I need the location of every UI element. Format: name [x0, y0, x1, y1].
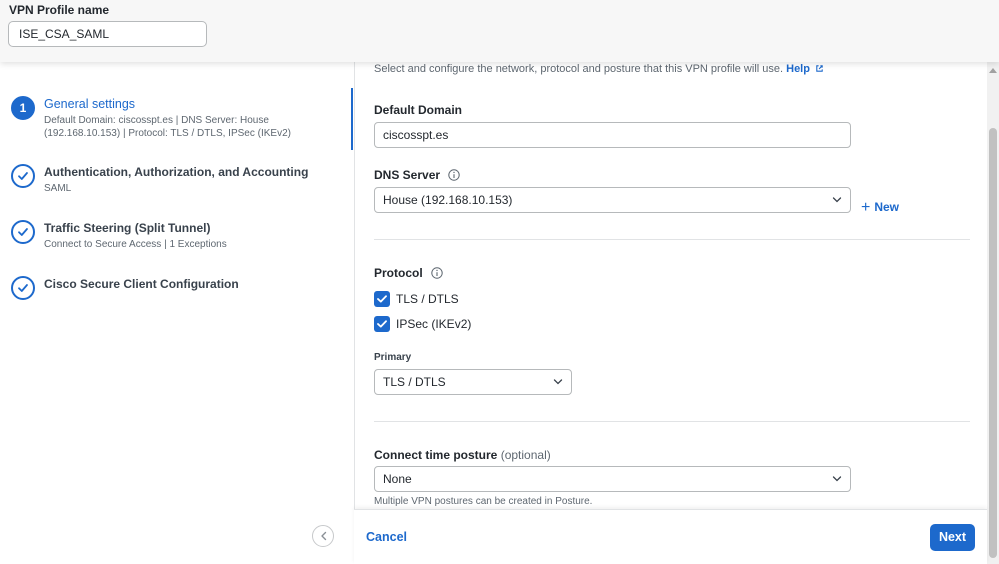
check-icon	[377, 320, 387, 328]
step-number-badge: 1	[11, 96, 35, 120]
plus-icon: +	[861, 199, 871, 216]
step-title: Cisco Secure Client Configuration	[44, 277, 239, 291]
connect-time-posture-label: Connect time posture (optional)	[374, 448, 551, 462]
connect-time-posture-select[interactable]: None	[374, 466, 851, 492]
chevron-down-icon	[832, 476, 842, 482]
external-link-icon	[816, 65, 823, 72]
cancel-button[interactable]: Cancel	[366, 530, 407, 544]
profile-name-label: VPN Profile name	[9, 3, 110, 17]
tls-dtls-label: TLS / DTLS	[396, 292, 459, 306]
default-domain-label: Default Domain	[374, 103, 463, 117]
wizard-footer: Cancel Next	[354, 509, 987, 564]
optional-tag: (optional)	[500, 448, 551, 462]
check-circle-icon	[11, 276, 35, 300]
intro-text: Select and configure the network, protoc…	[374, 63, 824, 75]
section-divider	[374, 421, 970, 422]
stepper-panel	[0, 70, 354, 564]
primary-protocol-label: Primary	[374, 352, 412, 363]
tls-dtls-checkbox[interactable]	[374, 291, 390, 307]
profile-header: VPN Profile name	[0, 0, 999, 62]
profile-name-input[interactable]	[8, 21, 207, 47]
general-settings-form: Select and configure the network, protoc…	[354, 62, 987, 509]
step-title: Traffic Steering (Split Tunnel)	[44, 221, 211, 235]
next-button[interactable]: Next	[930, 524, 975, 551]
ipsec-ikev2-checkbox[interactable]	[374, 316, 390, 332]
default-domain-input[interactable]: ciscosspt.es	[374, 122, 851, 148]
step-subtitle: Connect to Secure Access | 1 Exceptions	[44, 239, 227, 250]
new-dns-server-button[interactable]: + New	[861, 199, 899, 217]
step-subtitle: SAML	[44, 183, 72, 194]
chevron-left-icon	[321, 531, 327, 541]
help-link[interactable]: Help	[786, 63, 810, 75]
info-icon[interactable]	[431, 267, 443, 279]
primary-protocol-select[interactable]: TLS / DTLS	[374, 369, 572, 395]
check-circle-icon	[11, 220, 35, 244]
info-icon[interactable]	[448, 169, 461, 181]
active-step-indicator	[351, 88, 353, 150]
step-subtitle: Default Domain: ciscosspt.es | DNS Serve…	[44, 115, 291, 139]
step-title: Authentication, Authorization, and Accou…	[44, 165, 309, 179]
scroll-up-arrow-icon[interactable]	[989, 68, 997, 73]
posture-hint: Multiple VPN postures can be created in …	[374, 496, 593, 507]
step-title: General settings	[44, 97, 136, 111]
check-icon	[377, 295, 387, 303]
protocol-label: Protocol	[374, 266, 443, 280]
collapse-panel-button[interactable]	[312, 525, 334, 547]
dns-server-label: DNS Server	[374, 168, 461, 182]
ipsec-ikev2-label: IPSec (IKEv2)	[396, 317, 472, 331]
dns-server-select[interactable]: House (192.168.10.153)	[374, 187, 851, 213]
section-divider	[374, 239, 970, 240]
vertical-scrollbar[interactable]	[987, 62, 999, 564]
chevron-down-icon	[553, 379, 563, 385]
chevron-down-icon	[832, 197, 842, 203]
check-circle-icon	[11, 164, 35, 188]
scrollbar-thumb[interactable]	[989, 128, 997, 558]
